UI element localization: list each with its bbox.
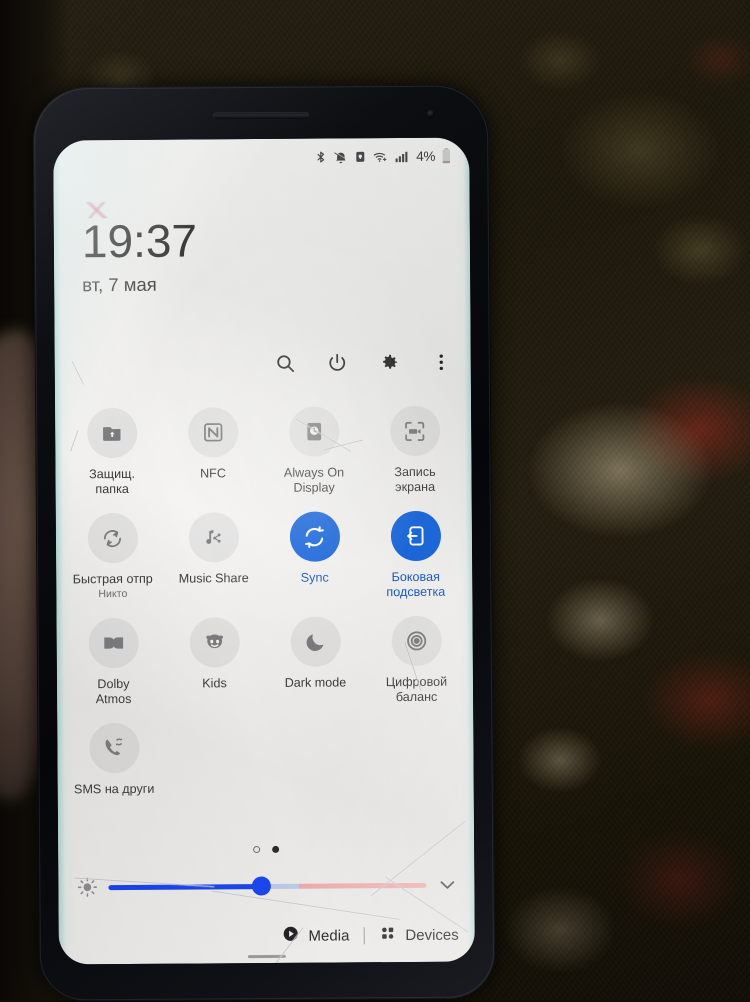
dolby-atmos-icon (88, 617, 139, 669)
tile-secure-folder[interactable]: Защищ. папка (61, 407, 163, 498)
sms-other-device-icon (88, 722, 140, 774)
more-vertical-icon[interactable] (429, 350, 453, 374)
quick-settings-action-row (273, 350, 453, 375)
tile-digital-wellbeing[interactable]: Цифровой баланс (366, 615, 468, 706)
tile-label: Быстрая отпр (72, 571, 153, 587)
dark-mode-icon (290, 616, 341, 667)
tile-edge-lighting[interactable]: Боковая подсветка (365, 510, 467, 601)
battery-low-icon (441, 148, 451, 164)
tile-sublabel: Никто (98, 587, 128, 601)
media-devices-bar: Media Devices (281, 924, 459, 947)
earpiece-speaker (213, 111, 310, 120)
status-bar: 4% (314, 148, 451, 165)
tile-nfc[interactable]: NFC (162, 407, 264, 497)
tile-dark-mode[interactable]: Dark mode (265, 616, 367, 706)
front-camera (426, 109, 436, 118)
phone-device: 4% 19:37 вт, 7 мая Защищ. папка NFC Alwa… (32, 84, 496, 1002)
tile-label: Sync (300, 570, 329, 585)
tile-label: Цифровой баланс (385, 674, 448, 705)
brightness-slider[interactable] (108, 876, 427, 896)
devices-button[interactable]: Devices (378, 924, 459, 947)
mute-bell-icon (333, 149, 348, 164)
secure-folder-icon (86, 407, 137, 459)
chevron-down-icon[interactable] (436, 874, 458, 896)
bluetooth-icon (314, 149, 327, 164)
screen-record-icon (389, 405, 440, 457)
power-icon[interactable] (325, 350, 349, 374)
quick-share-icon (87, 512, 138, 564)
edge-lighting-icon (390, 510, 441, 562)
tile-label: SMS на други (73, 781, 155, 797)
brightness-slider-knob[interactable] (251, 876, 271, 896)
tile-sms-other-device[interactable]: SMS на други (63, 722, 165, 798)
tile-label: Kids (202, 676, 227, 691)
tile-always-on-display[interactable]: Always On Display (263, 406, 365, 496)
bottom-bar-divider (363, 926, 365, 944)
clock-date: вт, 7 мая (82, 273, 157, 296)
navigation-handle[interactable] (247, 954, 286, 959)
secure-lock-icon (354, 149, 366, 164)
lockscreen-clock: 19:37 вт, 7 мая (81, 214, 198, 296)
brightness-row (76, 874, 458, 899)
tile-label: Запись экрана (394, 464, 436, 495)
tile-label: Боковая подсветка (386, 569, 446, 600)
tile-label: NFC (200, 466, 226, 481)
quick-settings-grid: Защищ. папка NFC Always On Display Запис… (61, 405, 468, 798)
page-dot-1[interactable] (253, 846, 261, 854)
page-dot-2[interactable] (272, 845, 280, 853)
clock-time: 19:37 (81, 214, 198, 268)
tile-sync[interactable]: Sync (264, 511, 366, 601)
tile-label: Music Share (178, 571, 249, 586)
media-label: Media (308, 926, 350, 945)
page-indicator (58, 845, 474, 855)
devices-grid-icon (378, 924, 396, 946)
brightness-slider-fill (108, 883, 262, 890)
tile-music-share[interactable]: Music Share (163, 512, 265, 602)
battery-percentage: 4% (416, 148, 436, 164)
screen-crack (71, 360, 85, 385)
always-on-display-icon (288, 406, 339, 457)
sync-icon (289, 511, 340, 562)
wifi-plus-icon (372, 149, 388, 164)
tile-dolby-atmos[interactable]: Dolby Atmos (63, 617, 165, 708)
tile-label: Always On Display (283, 465, 345, 495)
tile-quick-share[interactable]: Быстрая отпр Никто (62, 512, 164, 603)
brightness-icon (76, 876, 98, 898)
gear-icon[interactable] (377, 350, 401, 374)
media-button[interactable]: Media (281, 924, 349, 946)
kids-mode-icon (189, 617, 240, 668)
search-icon[interactable] (273, 351, 297, 375)
devices-label: Devices (405, 926, 459, 944)
tile-label: Dolby Atmos (95, 676, 132, 707)
tile-screen-record[interactable]: Запись экрана (364, 405, 466, 496)
tile-label: Dark mode (284, 675, 347, 690)
digital-wellbeing-icon (391, 615, 442, 667)
phone-screen[interactable]: 4% 19:37 вт, 7 мая Защищ. папка NFC Alwa… (53, 137, 475, 965)
tile-label: Защищ. папка (89, 466, 136, 497)
play-circle-icon (281, 925, 299, 947)
music-share-icon (188, 512, 239, 563)
nfc-icon (187, 407, 238, 458)
signal-bars-icon (394, 148, 409, 163)
tile-kids-mode[interactable]: Kids (164, 617, 266, 707)
